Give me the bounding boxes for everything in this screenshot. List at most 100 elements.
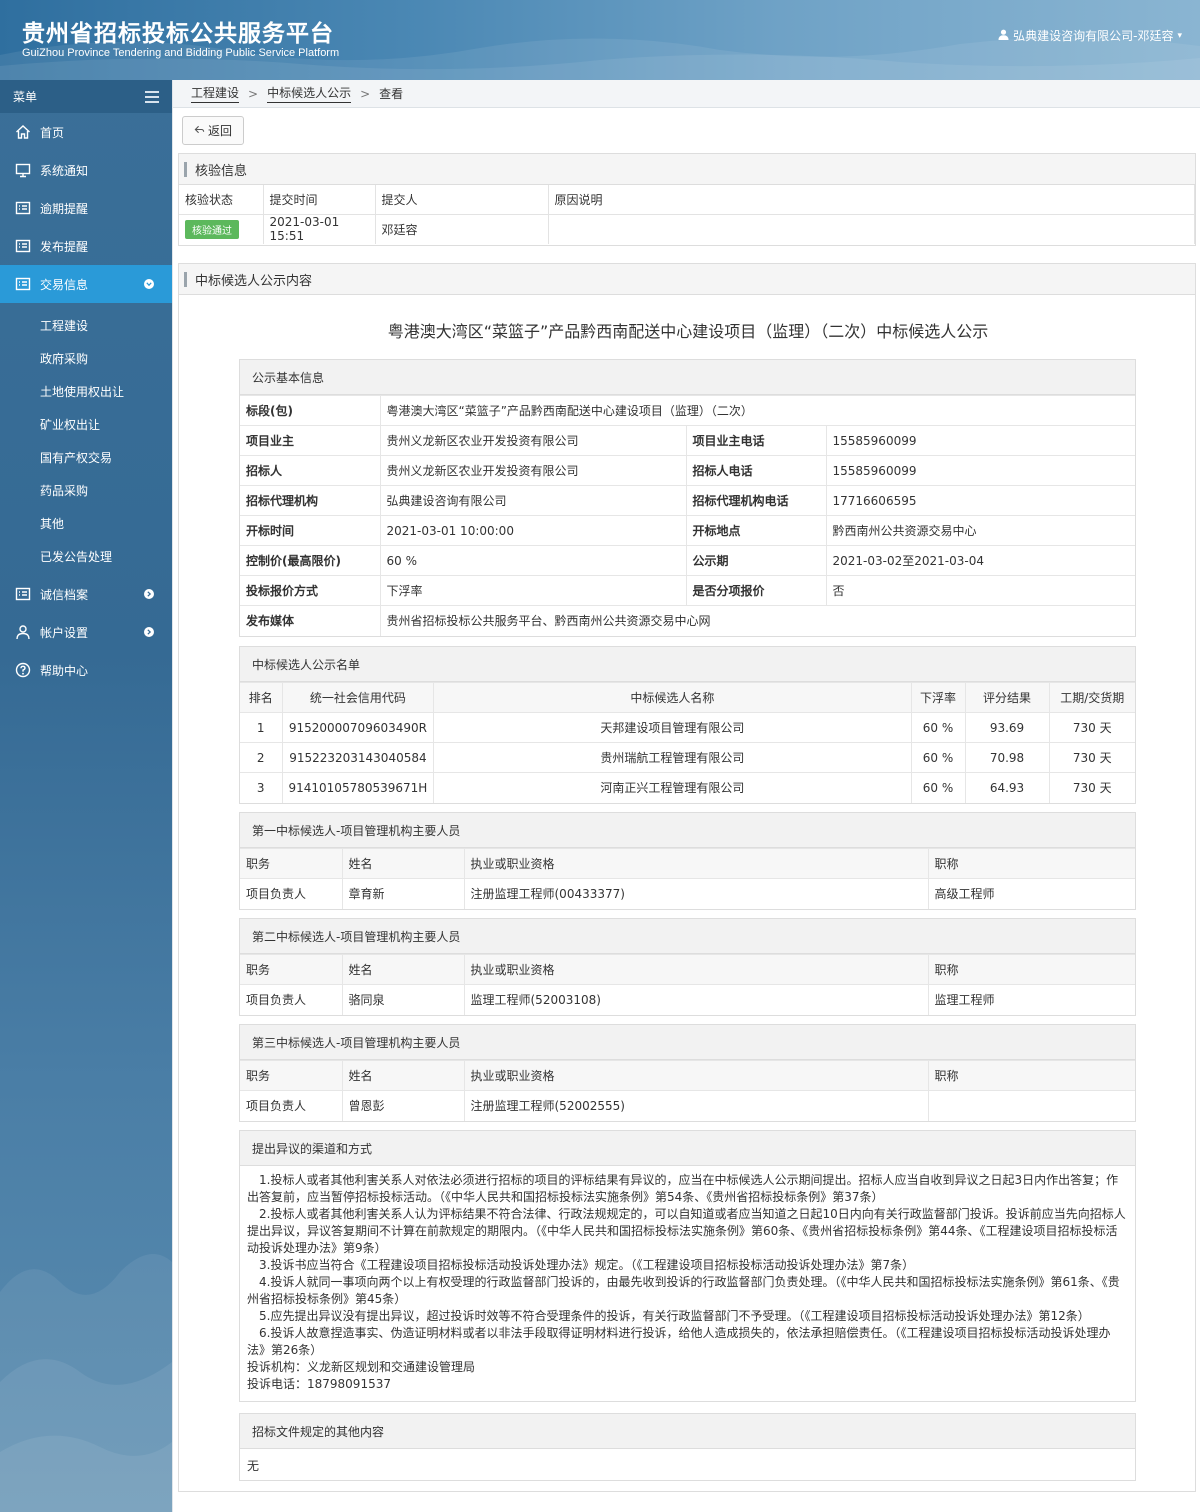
- breadcrumb-item[interactable]: 工程建设: [191, 84, 240, 103]
- verify-panel-title: 核验信息: [179, 154, 1195, 185]
- sidebar-item-home[interactable]: 首页: [0, 113, 172, 151]
- staff-cell: 注册监理工程师(00433377): [463, 878, 929, 909]
- first-candidate-staff-box: 第一中标候选人-项目管理机构主要人员 职务 姓名 执业或职业资格 职称 项目负责…: [239, 812, 1136, 910]
- table-header-row: 职务 姓名 执业或职业资格 职称: [240, 1060, 1135, 1091]
- trade-info-submenu: 工程建设 政府采购 土地使用权出让 矿业权出让 国有产权交易 药品采购 其他 已…: [0, 303, 172, 575]
- candidates-title: 中标候选人公示名单: [240, 647, 1135, 682]
- staff-cell: 监理工程师(52003108): [463, 984, 929, 1015]
- column-header: 职务: [240, 848, 343, 879]
- submenu-item[interactable]: 政府采购: [0, 342, 172, 375]
- column-header: 核验状态: [179, 185, 264, 215]
- submenu-item[interactable]: 已发公告处理: [0, 540, 172, 573]
- field-label: 标段(包): [240, 395, 381, 426]
- submenu-item[interactable]: 矿业权出让: [0, 408, 172, 441]
- content-panel-title: 中标候选人公示内容: [179, 264, 1195, 295]
- home-icon: [14, 123, 32, 141]
- sidebar-menu-label: 菜单: [13, 90, 38, 104]
- sidebar-item-notifications[interactable]: 系统通知: [0, 151, 172, 189]
- column-header: 职称: [927, 1060, 1135, 1091]
- column-header: 执业或职业资格: [463, 848, 929, 879]
- column-header: 姓名: [341, 954, 465, 985]
- field-label: 项目业主电话: [685, 425, 827, 456]
- sidebar-item-credit[interactable]: 诚信档案: [0, 575, 172, 613]
- sidebar-item-label: 交易信息: [40, 277, 89, 292]
- staff-cell: 项目负责人: [240, 1090, 343, 1121]
- third-candidate-staff-box: 第三中标候选人-项目管理机构主要人员 职务 姓名 执业或职业资格 职称 项目负责…: [239, 1024, 1136, 1122]
- user-icon: [998, 29, 1009, 43]
- verify-panel: 核验信息 核验状态 提交时间 提交人 原因说明 核验通过 2021-03-01 …: [178, 153, 1196, 246]
- submenu-item[interactable]: 工程建设: [0, 309, 172, 342]
- column-header: 评分结果: [964, 682, 1050, 713]
- table-row: 招标人 贵州义龙新区农业开发投资有限公司 招标人电话 15585960099: [240, 455, 1135, 486]
- sidebar-item-overdue[interactable]: 逾期提醒: [0, 189, 172, 227]
- list-icon: [14, 237, 32, 255]
- breadcrumb-item[interactable]: 中标候选人公示: [267, 84, 352, 103]
- sidebar-menu-header: 菜单: [0, 80, 172, 113]
- sidebar-item-label: 逾期提醒: [40, 201, 89, 216]
- objection-paragraph: 2.投标人或者其他利害关系人认为评标结果不符合法律、行政法规规定的，可以自知道或…: [247, 1207, 1126, 1255]
- candidates-box: 中标候选人公示名单 排名 统一社会信用代码 中标候选人名称 下浮率 评分结果 工…: [239, 646, 1136, 804]
- app-subtitle: GuiZhou Province Tendering and Bidding P…: [22, 47, 340, 59]
- sidebar: 菜单 首页 系统通知 逾期提醒 发布提醒 交易信息 工程建设 政府采购 土地使用…: [0, 80, 172, 1512]
- field-value: 15585960099: [825, 455, 1135, 486]
- user-menu[interactable]: 弘典建设咨询有限公司-邓廷容 ▾: [998, 27, 1182, 44]
- company-cell: 天邦建设项目管理有限公司: [433, 712, 912, 743]
- sidebar-item-label: 帐户设置: [40, 625, 89, 640]
- rate-cell: 60 %: [910, 742, 966, 773]
- submenu-item[interactable]: 其他: [0, 507, 172, 540]
- sidebar-item-label: 帮助中心: [40, 663, 89, 678]
- staff-title: 第二中标候选人-项目管理机构主要人员: [240, 919, 1135, 954]
- field-value: 黔西南州公共资源交易中心: [825, 515, 1135, 546]
- list-icon: [14, 199, 32, 217]
- score-cell: 64.93: [964, 772, 1050, 803]
- sidebar-item-help[interactable]: 帮助中心: [0, 651, 172, 689]
- field-value: 否: [825, 575, 1135, 606]
- field-value: 2021-03-02至2021-03-04: [825, 545, 1135, 576]
- table-header-row: 核验状态 提交时间 提交人 原因说明: [179, 185, 1195, 215]
- rank-cell: 3: [240, 772, 283, 803]
- question-icon: [14, 661, 32, 679]
- field-label: 发布媒体: [240, 605, 381, 636]
- staff-cell: 骆同泉: [341, 984, 465, 1015]
- field-value: 贵州省招标投标公共服务平台、黔西南州公共资源交易中心网: [379, 605, 1135, 636]
- sidebar-item-trade-info[interactable]: 交易信息: [0, 265, 172, 303]
- field-label: 招标人电话: [685, 455, 827, 486]
- column-header: 职务: [240, 954, 343, 985]
- basic-info-box: 公示基本信息 标段(包) 粤港澳大湾区“菜篮子”产品黔西南配送中心建设项目（监理…: [239, 359, 1136, 637]
- chevron-down-icon: [144, 279, 154, 289]
- staff-cell: 曾恩彭: [341, 1090, 465, 1121]
- sidebar-item-label: 系统通知: [40, 163, 89, 178]
- staff-cell: 项目负责人: [240, 878, 343, 909]
- submenu-item[interactable]: 国有产权交易: [0, 441, 172, 474]
- field-value: 贵州义龙新区农业开发投资有限公司: [379, 455, 687, 486]
- back-button[interactable]: 返回: [182, 116, 244, 145]
- sidebar-item-publish[interactable]: 发布提醒: [0, 227, 172, 265]
- staff-table: 职务 姓名 执业或职业资格 职称 项目负责人 曾恩彭 注册监理工程师(52002…: [240, 1060, 1135, 1121]
- sidebar-item-label: 首页: [40, 125, 65, 140]
- staff-title: 第三中标候选人-项目管理机构主要人员: [240, 1025, 1135, 1060]
- table-row: 项目业主 贵州义龙新区农业开发投资有限公司 项目业主电话 15585960099: [240, 425, 1135, 456]
- field-value: 粤港澳大湾区“菜篮子”产品黔西南配送中心建设项目（监理）（二次）: [379, 395, 1135, 426]
- sidebar-item-label: 发布提醒: [40, 239, 89, 254]
- column-header: 姓名: [341, 848, 465, 879]
- submenu-item[interactable]: 土地使用权出让: [0, 375, 172, 408]
- table-row: 核验通过 2021-03-01 15:51 邓廷容: [179, 214, 1195, 244]
- field-label: 公示期: [685, 545, 827, 576]
- other-content-title: 招标文件规定的其他内容: [240, 1414, 1135, 1449]
- verify-time: 2021-03-01 15:51: [263, 214, 376, 244]
- candidates-table: 排名 统一社会信用代码 中标候选人名称 下浮率 评分结果 工期/交货期 1 91…: [240, 682, 1135, 803]
- content-panel: 中标候选人公示内容 粤港澳大湾区“菜篮子”产品黔西南配送中心建设项目（监理）（二…: [178, 263, 1196, 1492]
- table-row: 2 915223203143040584 贵州瑞航工程管理有限公司 60 % 7…: [240, 742, 1135, 773]
- basic-info-title: 公示基本信息: [240, 360, 1135, 395]
- staff-cell: 高级工程师: [927, 878, 1135, 909]
- staff-table: 职务 姓名 执业或职业资格 职称 项目负责人 章育新 注册监理工程师(00433…: [240, 848, 1135, 909]
- field-label: 投标报价方式: [240, 575, 381, 606]
- column-header: 职务: [240, 1060, 343, 1091]
- sidebar-item-account[interactable]: 帐户设置: [0, 613, 172, 651]
- credit-code-cell: 91520000709603490R: [281, 712, 435, 743]
- table-row: 3 91410105780539671H 河南正兴工程管理有限公司 60 % 6…: [240, 772, 1135, 803]
- submenu-item[interactable]: 药品采购: [0, 474, 172, 507]
- hamburger-icon[interactable]: [145, 90, 159, 103]
- rate-cell: 60 %: [910, 772, 966, 803]
- objection-paragraph: 1.投标人或者其他利害关系人对依法必须进行招标的项目的评标结果有异议的，应当在中…: [247, 1173, 1119, 1204]
